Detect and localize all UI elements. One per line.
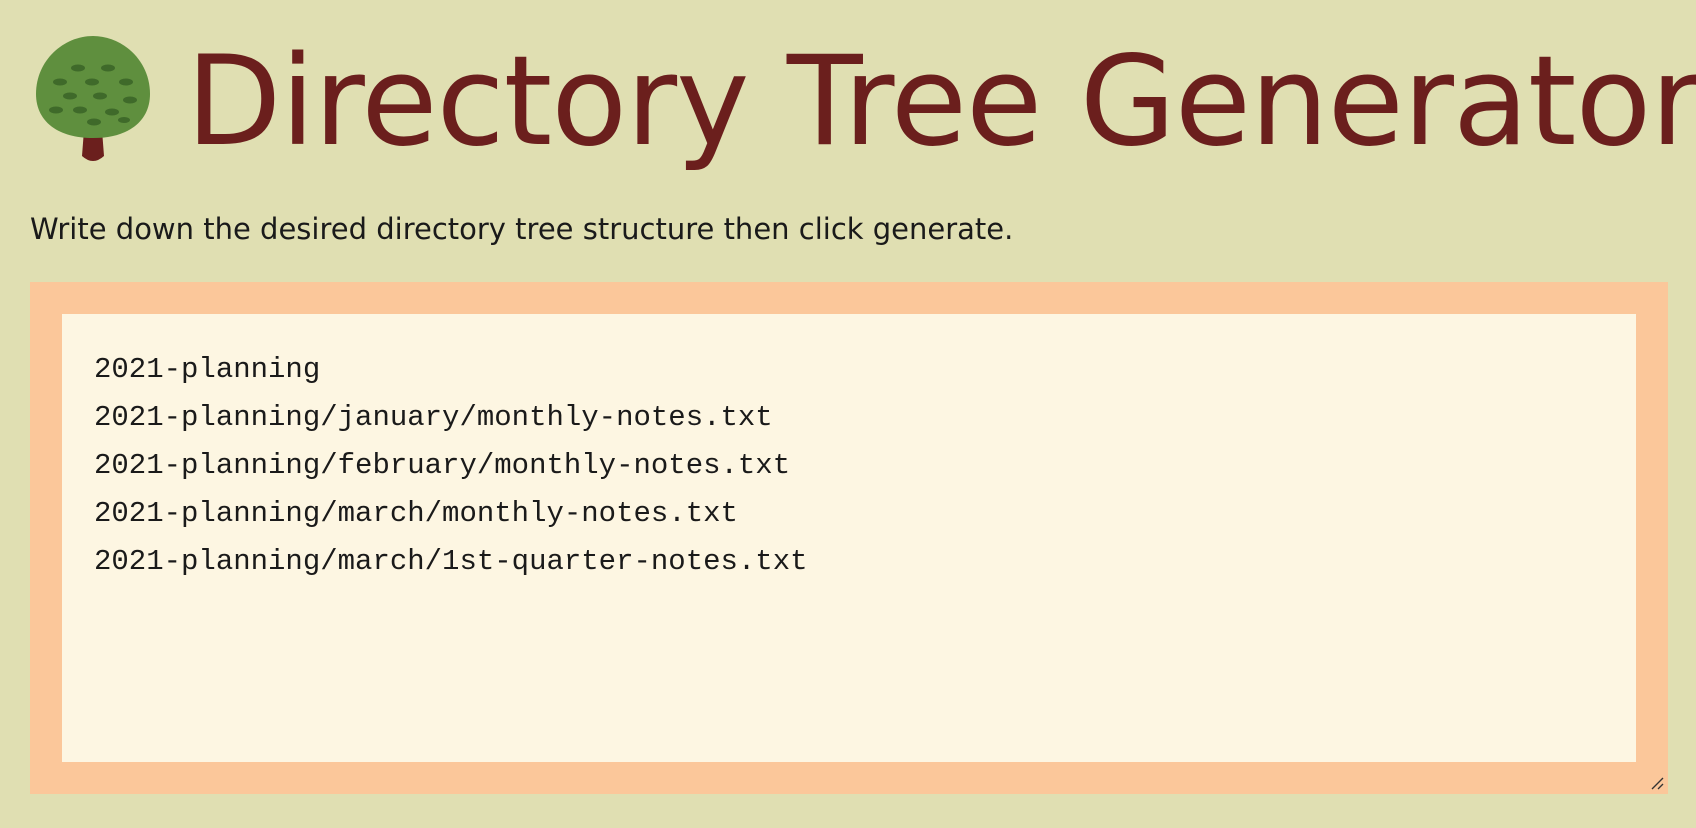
resize-handle-icon[interactable] [1650,776,1664,790]
editor-frame: 2021-planning 2021-planning/january/mont… [30,282,1668,794]
page-header: Directory Tree Generator [34,22,1696,182]
page-title: Directory Tree Generator [186,30,1696,174]
directory-structure-input[interactable]: 2021-planning 2021-planning/january/mont… [62,314,1636,762]
tree-icon [36,36,150,161]
instructions-text: Write down the desired directory tree st… [30,212,1014,246]
